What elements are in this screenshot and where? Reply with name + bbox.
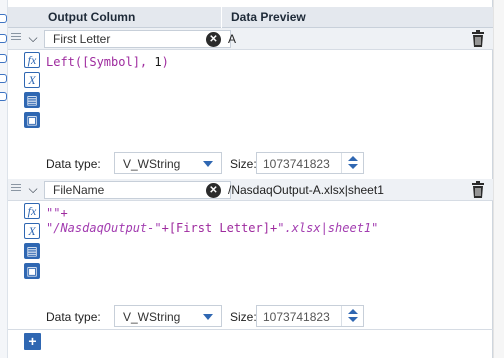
- trash-icon[interactable]: [470, 181, 486, 199]
- data-type-value: V_WString: [123, 310, 181, 324]
- data-type-label: Data type:: [46, 157, 101, 171]
- data-type-value: V_WString: [123, 157, 181, 171]
- field-row: ⌵ First Letter ✕ A: [8, 28, 493, 50]
- expression-token: "": [46, 206, 61, 220]
- add-field-button[interactable]: +: [24, 333, 41, 350]
- expression-editor[interactable]: Left([Symbol], 1): [46, 55, 169, 70]
- expression-line: Left([Symbol], 1): [46, 55, 169, 70]
- expression-token: ,: [139, 55, 155, 69]
- expression-token: +: [60, 206, 68, 220]
- output-column-input[interactable]: First Letter: [44, 30, 231, 48]
- drag-handle-icon[interactable]: [11, 33, 21, 42]
- expression-line: ""+: [46, 206, 378, 221]
- function-icon[interactable]: fx: [24, 203, 40, 219]
- size-value: 1073741823: [263, 310, 330, 324]
- expression-token: [First Letter]: [168, 221, 270, 235]
- expression-line: "/NasdaqOutput-"+[First Letter]+".xlsx|s…: [46, 221, 378, 236]
- drag-handle-icon[interactable]: [11, 184, 21, 193]
- dropdown-arrow-icon: [203, 161, 213, 167]
- output-column-input[interactable]: FileName: [44, 181, 231, 199]
- vertical-scrollbar[interactable]: [493, 0, 504, 358]
- chevron-down-icon[interactable]: ⌵: [26, 31, 40, 45]
- column-header: Output Column Data Preview: [8, 7, 493, 28]
- stepper-buttons[interactable]: [341, 306, 363, 326]
- function-icon[interactable]: fx: [24, 52, 40, 68]
- size-value: 1073741823: [263, 157, 330, 171]
- data-type-row: Data type: V_WString Size: 1073741823: [44, 304, 493, 328]
- expression-token: +: [161, 221, 169, 235]
- output-column-header: Output Column: [48, 10, 136, 24]
- clear-icon[interactable]: ✕: [206, 183, 221, 198]
- save-icon[interactable]: ▣: [24, 112, 40, 128]
- data-type-row: Data type: V_WString Size: 1073741823: [44, 151, 493, 175]
- dropdown-arrow-icon: [203, 314, 213, 320]
- data-preview-value: /NasdaqOutput-A.xlsx|sheet1: [228, 183, 384, 197]
- rail-tab-icon[interactable]: [0, 92, 7, 101]
- open-folder-icon[interactable]: ▤: [24, 243, 40, 259]
- left-rail: [0, 0, 8, 358]
- increment-icon[interactable]: [348, 309, 358, 314]
- formula-field-filename: ⌵ FileName ✕ /NasdaqOutput-A.xlsx|sheet1…: [8, 179, 493, 329]
- expression-editor[interactable]: ""+ "/NasdaqOutput-"+[First Letter]+".xls…: [46, 206, 378, 236]
- data-type-label: Data type:: [46, 310, 101, 324]
- formula-panel: Output Column Data Preview ⌵ First Lette…: [8, 0, 493, 358]
- stepper-buttons[interactable]: [341, 153, 363, 173]
- expression-token: ): [161, 55, 169, 69]
- size-label: Size:: [230, 310, 257, 324]
- expression-token: 1: [154, 55, 162, 69]
- size-label: Size:: [230, 157, 257, 171]
- decrement-icon[interactable]: [348, 317, 358, 322]
- data-type-select[interactable]: V_WString: [114, 305, 222, 327]
- decrement-icon[interactable]: [348, 164, 358, 169]
- rail-tab-icon[interactable]: [0, 74, 7, 83]
- rail-tab-icon[interactable]: [0, 14, 7, 23]
- chevron-down-icon[interactable]: ⌵: [26, 182, 40, 196]
- trash-icon[interactable]: [470, 30, 486, 48]
- save-icon[interactable]: ▣: [24, 263, 40, 279]
- field-row: ⌵ FileName ✕ /NasdaqOutput-A.xlsx|sheet1: [8, 179, 493, 201]
- clear-icon[interactable]: ✕: [206, 32, 221, 47]
- rail-tab-icon[interactable]: [0, 34, 7, 43]
- expression-token: Left(: [46, 55, 83, 69]
- open-folder-icon[interactable]: ▤: [24, 92, 40, 108]
- expression-token: [Symbol]: [82, 55, 140, 69]
- data-preview-value: A: [228, 32, 237, 46]
- data-preview-header: Data Preview: [231, 10, 306, 24]
- rail-tab-icon[interactable]: [0, 54, 7, 63]
- expression-token: ".xlsx|sheet1": [277, 221, 379, 235]
- variable-icon[interactable]: X: [24, 223, 40, 239]
- divider: [8, 329, 493, 330]
- size-stepper[interactable]: 1073741823: [256, 305, 364, 327]
- variable-icon[interactable]: X: [24, 72, 40, 88]
- size-stepper[interactable]: 1073741823: [256, 152, 364, 174]
- data-type-select[interactable]: V_WString: [114, 152, 222, 174]
- increment-icon[interactable]: [348, 156, 358, 161]
- formula-field-first-letter: ⌵ First Letter ✕ A fx X ▤ ▣ Left([Symbol…: [8, 28, 493, 178]
- expression-token: "/NasdaqOutput-": [46, 221, 162, 235]
